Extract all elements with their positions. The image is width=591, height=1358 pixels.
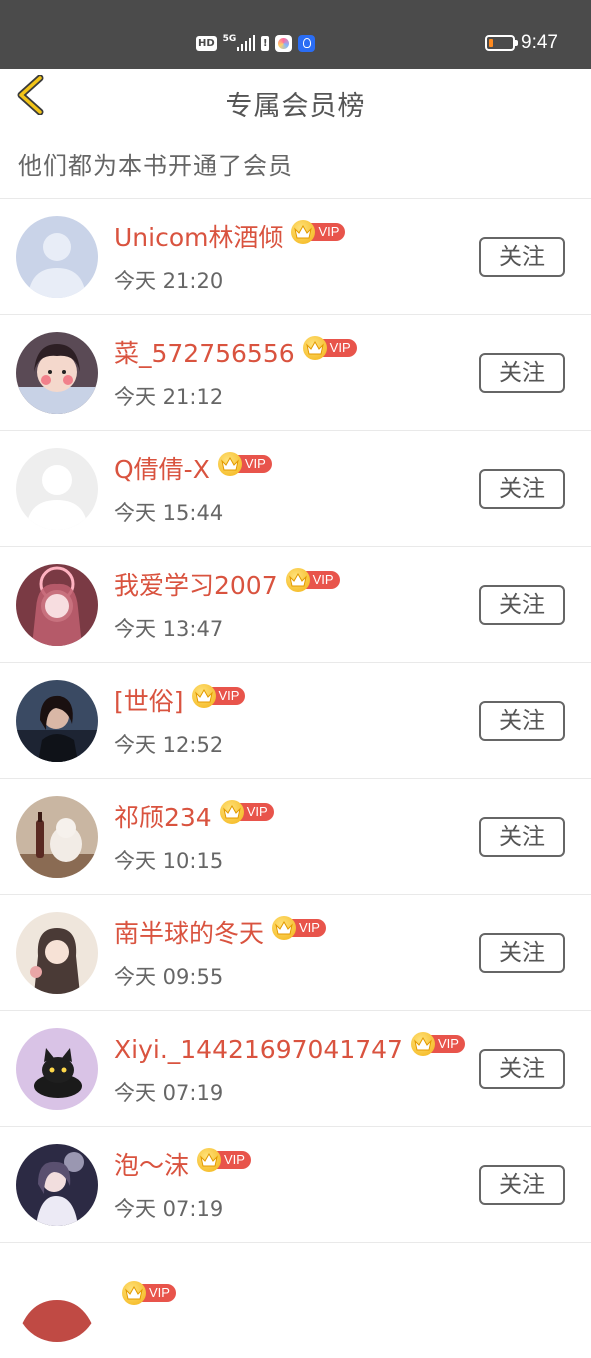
tip-notification-icon — [298, 34, 316, 52]
member-row-10[interactable]: VIP 关注 — [0, 1242, 591, 1358]
avatar[interactable] — [16, 912, 98, 994]
vip-badge: VIP — [272, 916, 326, 940]
member-time: 今天 21:20 — [114, 269, 224, 293]
name-line: 祁颀234 VIP — [114, 799, 274, 837]
member-time: 今天 15:44 — [114, 501, 224, 525]
member-name[interactable]: Unicom林酒倾 — [114, 219, 283, 257]
crown-icon — [219, 800, 244, 824]
vip-badge: VIP — [291, 220, 346, 244]
avatar[interactable] — [16, 1260, 98, 1342]
follow-button[interactable]: 关注 — [479, 1165, 565, 1205]
member-row-9[interactable]: 泡～沫 VIP 今天 07:19 关注 — [0, 1126, 591, 1242]
member-name[interactable]: 泡～沫 — [114, 1147, 189, 1185]
crown-icon — [410, 1032, 435, 1056]
member-name[interactable]: Q倩倩-X — [114, 451, 210, 489]
crown-icon — [285, 568, 310, 592]
avatar[interactable] — [16, 796, 98, 878]
crown-icon — [217, 452, 242, 476]
follow-button[interactable]: 关注 — [479, 237, 565, 277]
member-row-7[interactable]: 南半球的冬天 VIP 今天 09:55 关注 — [0, 894, 591, 1010]
page-title: 专属会员榜 — [225, 91, 366, 122]
avatar[interactable] — [16, 1028, 98, 1110]
battery-icon — [485, 35, 519, 51]
member-list: Unicom林酒倾 VIP 今天 21:20 关注 菜_572756556 VI… — [0, 198, 591, 1358]
app-notification-icon — [275, 34, 293, 52]
member-name[interactable]: 我爱学习2007 — [114, 567, 278, 605]
name-line: 南半球的冬天 VIP — [114, 915, 326, 953]
member-time: 今天 07:19 — [114, 1081, 224, 1105]
follow-button[interactable]: 关注 — [479, 701, 565, 741]
avatar[interactable] — [16, 680, 98, 762]
member-row-8[interactable]: Xiyi._14421697041747 VIP 今天 07:19 关注 — [0, 1010, 591, 1126]
member-row-6[interactable]: 祁颀234 VIP 今天 10:15 关注 — [0, 778, 591, 894]
name-line: Xiyi._14421697041747 VIP — [114, 1031, 465, 1069]
avatar[interactable] — [16, 448, 98, 530]
name-line: 菜_572756556 VIP — [114, 335, 357, 373]
member-row-4[interactable]: 我爱学习2007 VIP 今天 13:47 关注 — [0, 546, 591, 662]
avatar[interactable] — [16, 564, 98, 646]
member-row-1[interactable]: Unicom林酒倾 VIP 今天 21:20 关注 — [0, 198, 591, 314]
status-bar: HD 5G ! 9:47 — [0, 0, 591, 69]
signal-icon: 5G — [223, 35, 256, 51]
page-subtitle: 他们都为本书开通了会员 — [18, 152, 293, 180]
vip-badge: VIP — [285, 568, 340, 592]
member-time: 今天 21:12 — [114, 385, 224, 409]
follow-button[interactable]: 关注 — [479, 353, 565, 393]
member-time: 今天 07:19 — [114, 1197, 224, 1221]
member-time: 今天 10:15 — [114, 849, 224, 873]
vip-badge: VIP — [122, 1265, 176, 1305]
name-line: Q倩倩-X VIP — [114, 451, 272, 489]
member-time: 今天 12:52 — [114, 733, 224, 757]
name-line: [世俗] VIP — [114, 683, 246, 721]
name-line: Unicom林酒倾 VIP — [114, 219, 346, 257]
member-row-2[interactable]: 菜_572756556 VIP 今天 21:12 关注 — [0, 314, 591, 430]
member-row-3[interactable]: Q倩倩-X VIP 今天 15:44 关注 — [0, 430, 591, 546]
avatar[interactable] — [16, 1144, 98, 1226]
vip-badge: VIP — [410, 1032, 465, 1056]
crown-icon — [272, 916, 297, 940]
vip-badge: VIP — [217, 452, 272, 476]
vip-badge: VIP — [197, 1148, 251, 1172]
member-name[interactable]: [世俗] — [114, 683, 184, 721]
avatar[interactable] — [16, 216, 98, 298]
crown-icon — [122, 1281, 146, 1305]
vip-badge: VIP — [191, 684, 246, 708]
vip-badge: VIP — [302, 336, 357, 360]
name-line: VIP — [114, 1263, 176, 1305]
vip-badge: VIP — [219, 800, 274, 824]
clock: 9:47 — [521, 32, 558, 53]
name-line: 泡～沫 VIP — [114, 1147, 251, 1185]
crown-icon — [191, 684, 216, 708]
crown-icon — [197, 1148, 222, 1172]
member-row-5[interactable]: [世俗] VIP 今天 12:52 关注 — [0, 662, 591, 778]
app-header: 专属会员榜 — [0, 69, 591, 135]
member-time: 今天 09:55 — [114, 965, 224, 989]
name-line: 我爱学习2007 VIP — [114, 567, 340, 605]
follow-button[interactable]: 关注 — [479, 1049, 565, 1089]
hd-icon: HD — [196, 35, 217, 51]
alert-icon: ! — [261, 35, 270, 51]
member-name[interactable]: Xiyi._14421697041747 — [114, 1031, 403, 1069]
avatar[interactable] — [16, 332, 98, 414]
member-time: 今天 13:47 — [114, 617, 224, 641]
follow-button[interactable]: 关注 — [479, 585, 565, 625]
crown-icon — [302, 336, 327, 360]
member-name[interactable]: 菜_572756556 — [114, 335, 295, 373]
member-name[interactable]: 祁颀234 — [114, 799, 212, 837]
status-icons: HD 5G ! — [196, 33, 316, 53]
follow-button[interactable]: 关注 — [479, 933, 565, 973]
member-name[interactable]: 南半球的冬天 — [114, 915, 264, 953]
follow-button[interactable]: 关注 — [479, 469, 565, 509]
follow-button[interactable]: 关注 — [479, 817, 565, 857]
